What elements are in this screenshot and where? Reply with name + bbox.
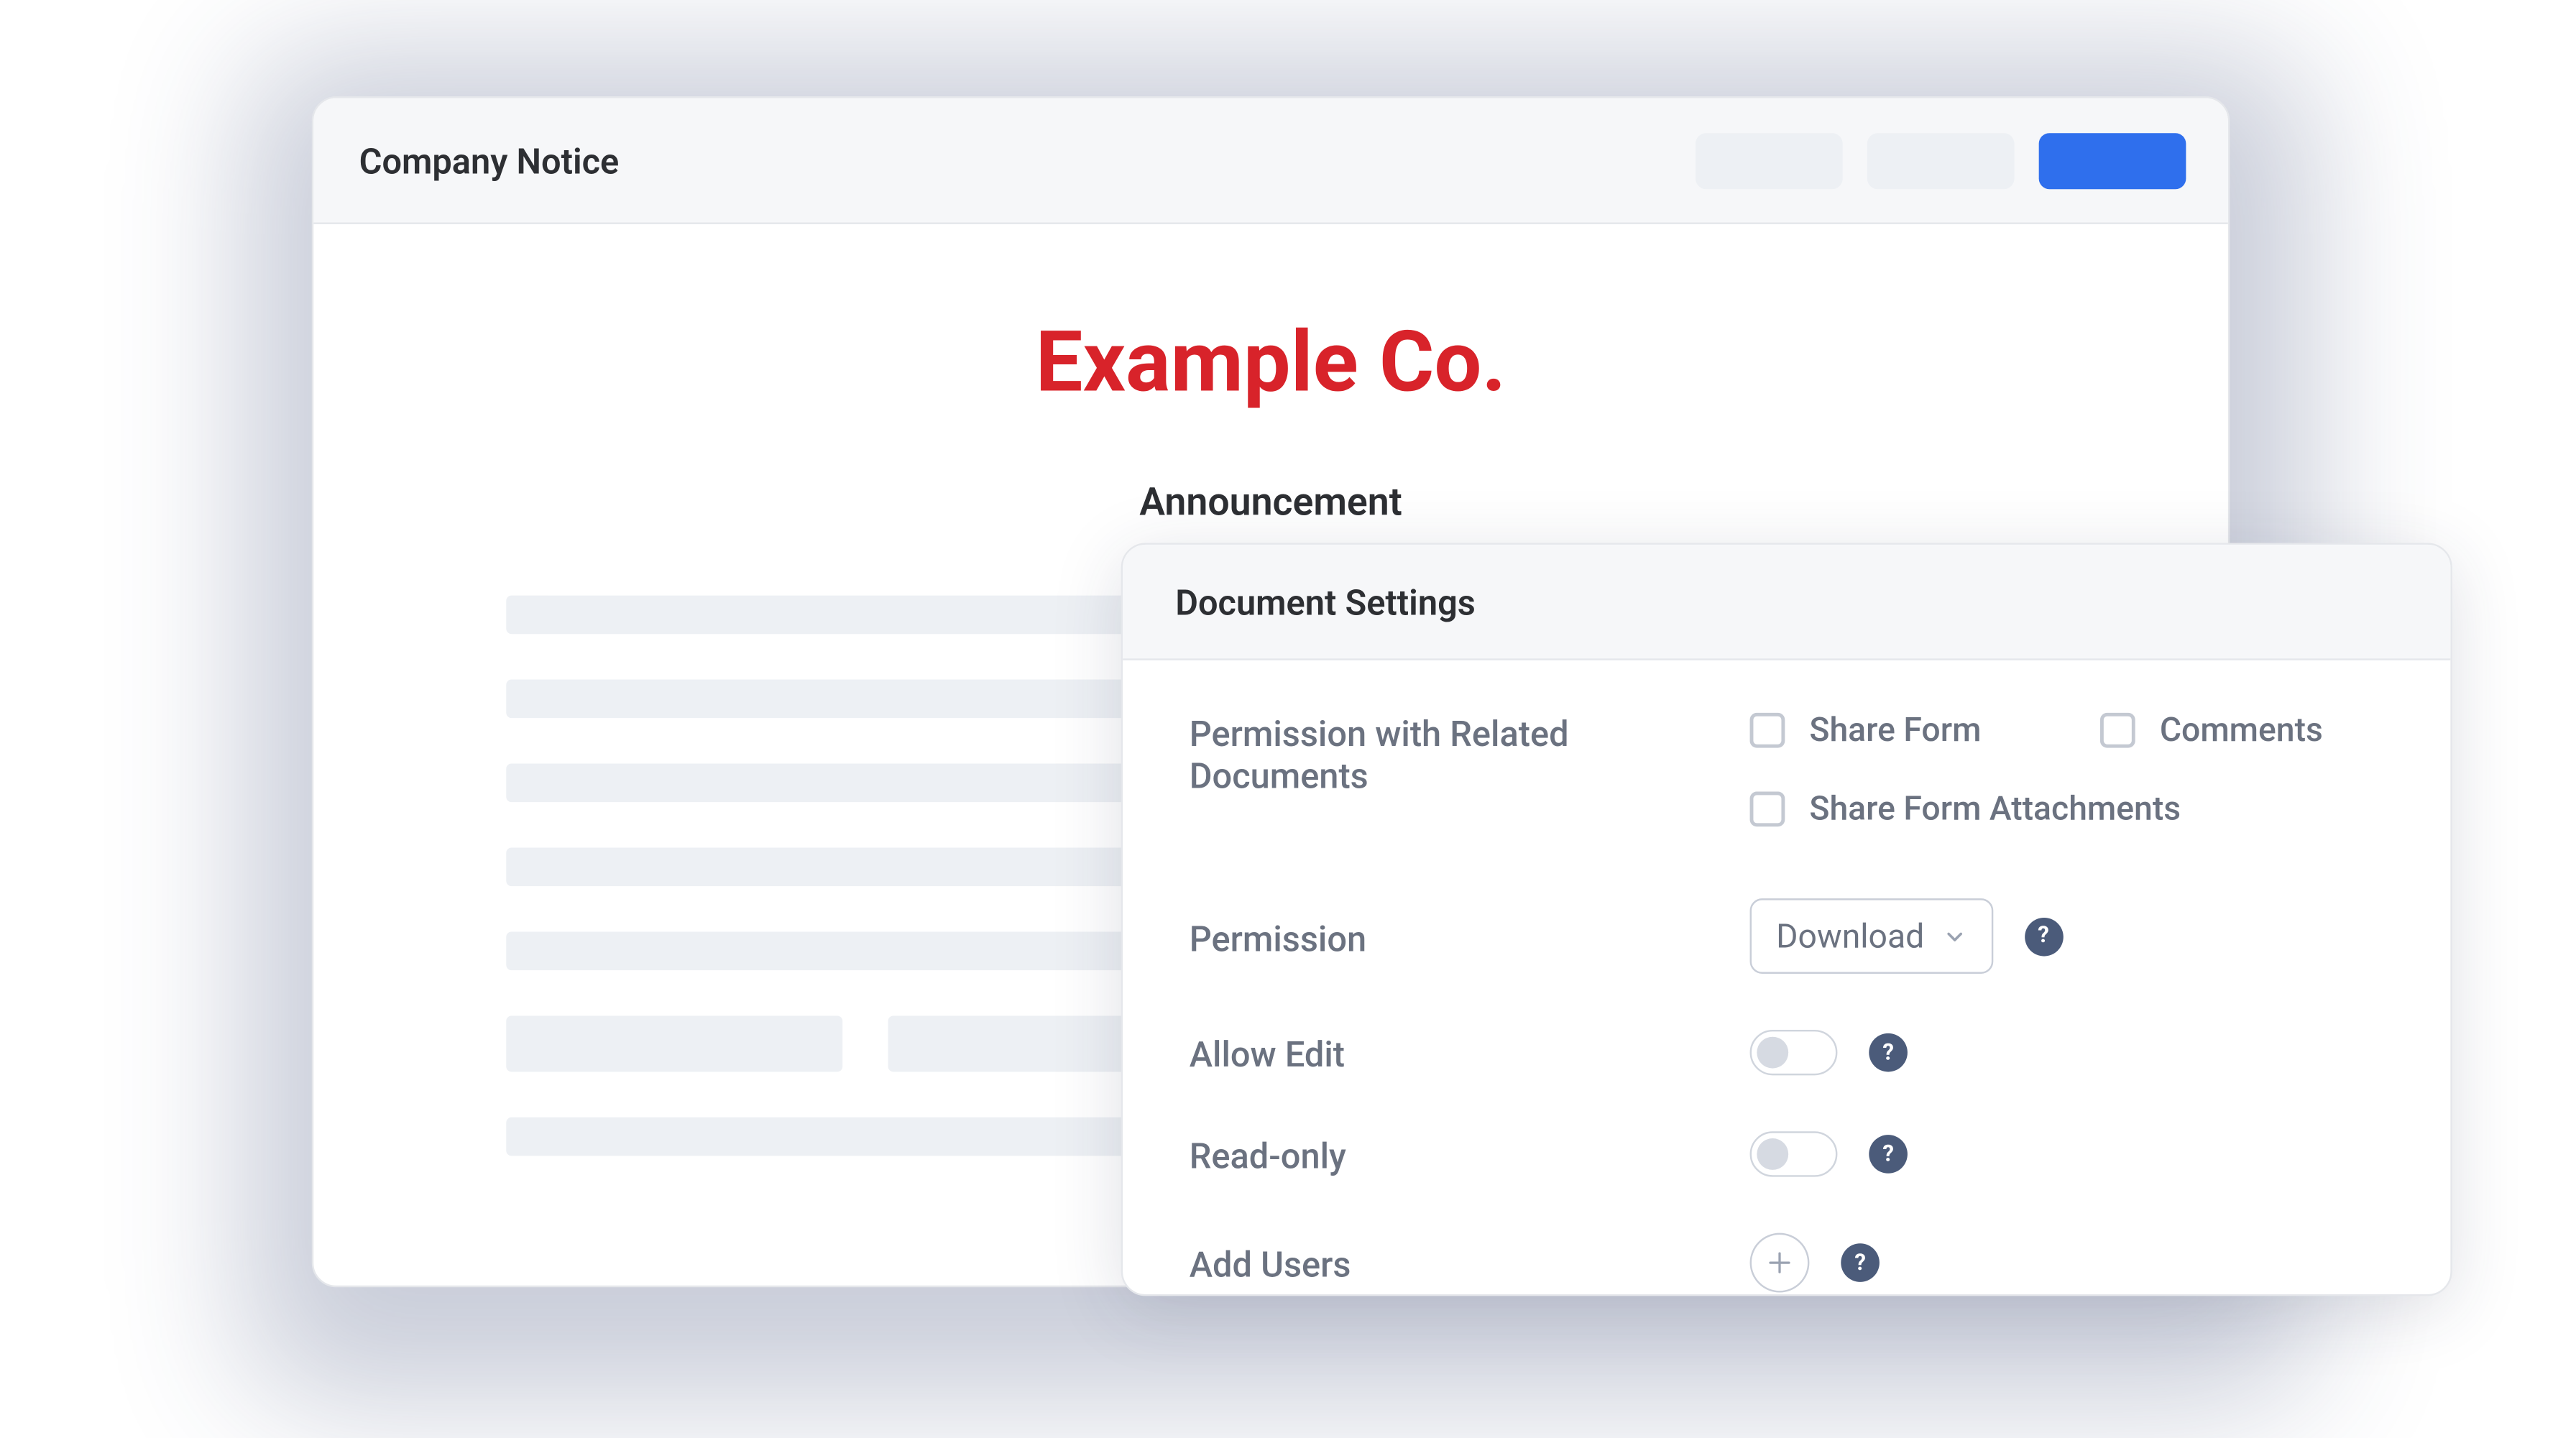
settings-header: Document Settings bbox=[1123, 545, 2450, 660]
checkbox-label: Comments bbox=[2160, 709, 2323, 750]
checkbox-comments[interactable]: Comments bbox=[2100, 709, 2323, 750]
read-only-toggle[interactable] bbox=[1750, 1131, 1838, 1176]
help-icon[interactable]: ? bbox=[1869, 1135, 1908, 1174]
checkbox-share-form[interactable]: Share Form bbox=[1750, 709, 2100, 750]
help-icon[interactable]: ? bbox=[1841, 1243, 1880, 1282]
placeholder-line bbox=[506, 1015, 842, 1071]
document-header: Company Notice bbox=[313, 98, 2228, 223]
document-subtitle: Announcement bbox=[506, 481, 2036, 525]
permission-select[interactable]: Download bbox=[1750, 898, 1993, 974]
chevron-down-icon bbox=[1942, 924, 1966, 949]
allow-edit-toggle[interactable] bbox=[1750, 1030, 1838, 1075]
checkbox-share-form-attachments[interactable]: Share Form Attachments bbox=[1750, 788, 2181, 829]
permission-related-row: Permission with Related Documents Share … bbox=[1190, 709, 2384, 829]
settings-title: Document Settings bbox=[1175, 581, 1476, 622]
read-only-label: Read-only bbox=[1190, 1131, 1750, 1176]
permission-label: Permission bbox=[1190, 913, 1750, 959]
header-button-2[interactable] bbox=[1867, 132, 2015, 188]
read-only-row: Read-only ? bbox=[1190, 1131, 2384, 1176]
checkbox-box bbox=[1750, 791, 1785, 826]
add-users-button[interactable] bbox=[1750, 1233, 1810, 1293]
help-icon[interactable]: ? bbox=[1869, 1033, 1908, 1072]
help-icon[interactable]: ? bbox=[2024, 917, 2063, 956]
checkbox-box bbox=[1750, 712, 1785, 747]
settings-body: Permission with Related Documents Share … bbox=[1123, 660, 2450, 1293]
permission-row: Permission Download ? bbox=[1190, 898, 2384, 974]
header-button-group bbox=[1696, 132, 2186, 188]
checkbox-label: Share Form bbox=[1809, 709, 1981, 750]
document-title: Company Notice bbox=[359, 139, 620, 181]
plus-icon bbox=[1765, 1249, 1793, 1277]
header-button-primary[interactable] bbox=[2039, 132, 2186, 188]
company-name: Example Co. bbox=[506, 312, 2036, 412]
allow-edit-label: Allow Edit bbox=[1190, 1030, 1750, 1075]
permission-related-label: Permission with Related Documents bbox=[1190, 709, 1750, 797]
allow-edit-row: Allow Edit ? bbox=[1190, 1030, 2384, 1075]
checkbox-box bbox=[2100, 712, 2135, 747]
add-users-label: Add Users bbox=[1190, 1240, 1750, 1285]
checkbox-label: Share Form Attachments bbox=[1809, 788, 2181, 829]
header-button-1[interactable] bbox=[1696, 132, 1843, 188]
add-users-row: Add Users ? bbox=[1190, 1233, 2384, 1293]
document-settings-panel: Document Settings Permission with Relate… bbox=[1121, 543, 2452, 1296]
permission-select-value: Download bbox=[1776, 916, 1924, 957]
